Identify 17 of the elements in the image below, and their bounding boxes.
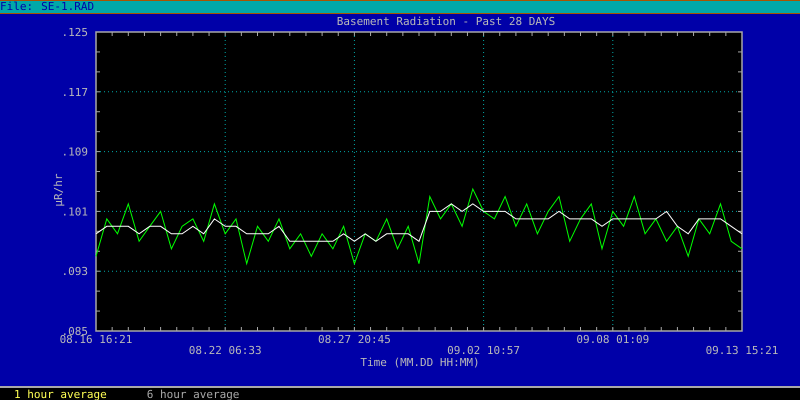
axis-label: .101 <box>62 205 88 218</box>
legend-item[interactable]: 1 hour average <box>14 388 107 400</box>
axis-label: 09.13 15:21 <box>706 344 778 357</box>
axis-title: Time (MM.DD HH:MM) <box>360 356 480 369</box>
axis-label: .117 <box>62 86 88 99</box>
file-name: SE-1.RAD <box>41 1 94 13</box>
chart-title: Basement Radiation - Past 28 DAYS <box>336 15 556 28</box>
axis-label: 08.27 20:45 <box>318 333 391 346</box>
legend-item[interactable]: 6 hour average <box>146 388 240 400</box>
axis-label: 08.22 06:33 <box>188 344 262 357</box>
axis-label: .109 <box>62 146 88 159</box>
axis-label: 09.02 10:57 <box>447 344 520 357</box>
file-label: File: <box>0 1 34 13</box>
axis-title: µR/hr <box>52 173 65 207</box>
axis-label: .093 <box>62 265 88 278</box>
axis-label: 09.08 01:09 <box>576 333 650 346</box>
axis-label: .125 <box>62 26 88 39</box>
